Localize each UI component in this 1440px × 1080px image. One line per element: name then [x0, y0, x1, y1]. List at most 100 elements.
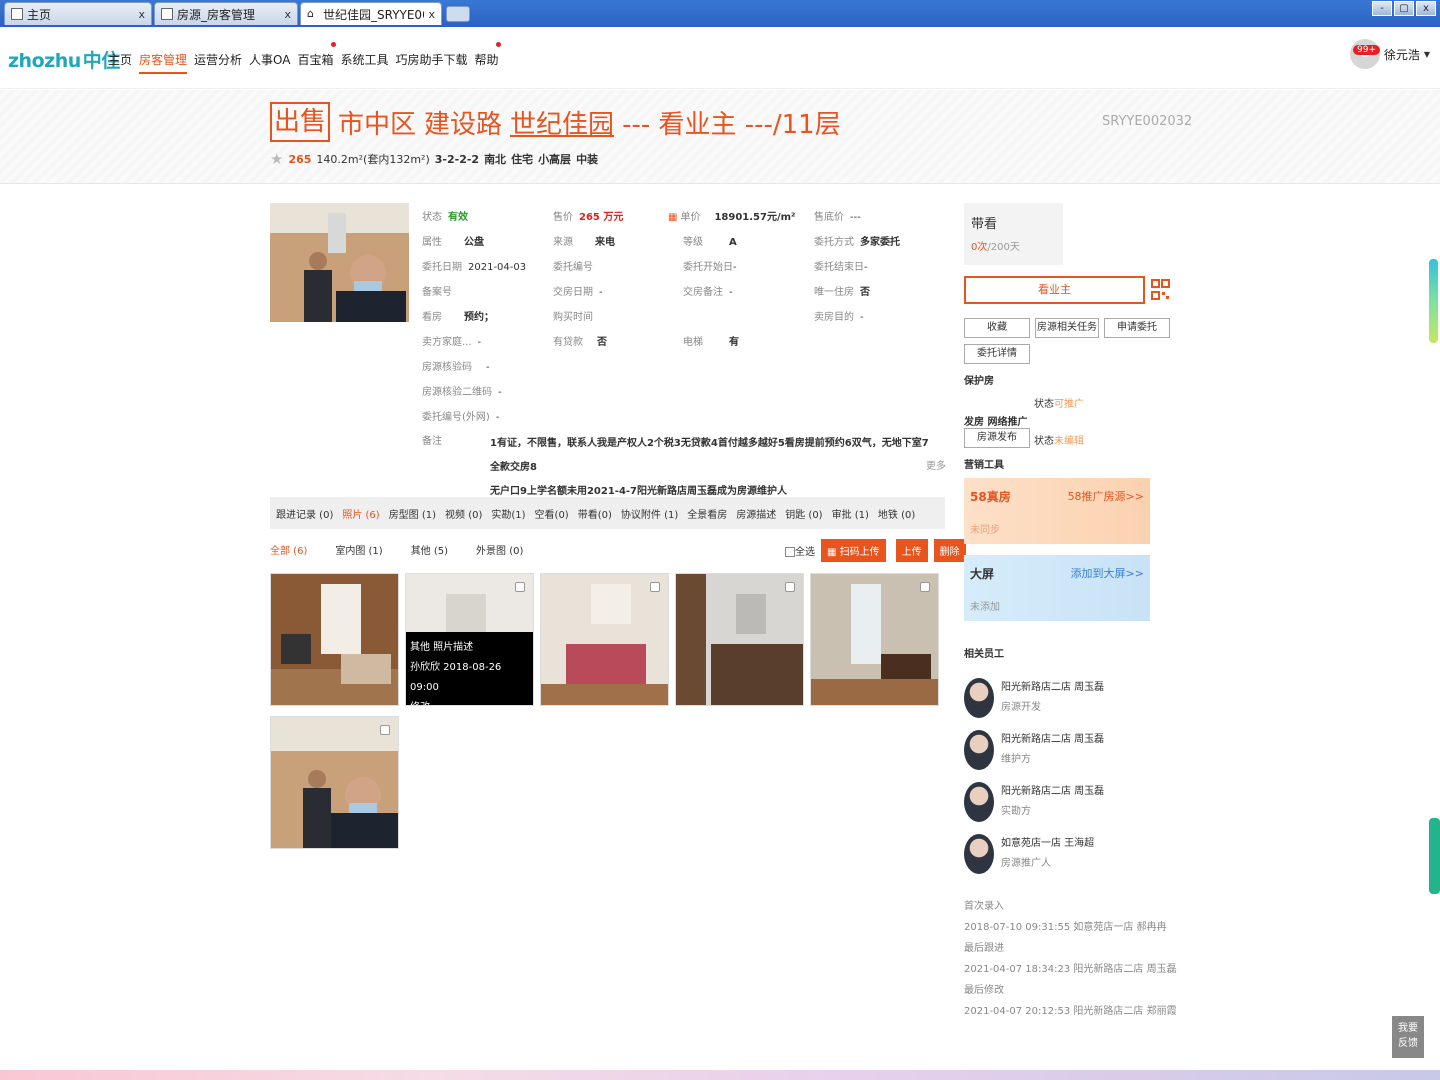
photo-tab-outdoor[interactable]: 外景图 (0): [476, 542, 523, 557]
info-seller-family: 卖方家庭... -: [422, 337, 482, 348]
star-icon[interactable]: ★: [270, 150, 283, 168]
tab-photos[interactable]: 照片 (6): [342, 506, 379, 521]
staff-item[interactable]: 阳光新路店二店 周玉磊 实勘方: [964, 782, 1104, 822]
photo-edit-link[interactable]: 修改: [410, 698, 529, 705]
staff-role: 维护方: [1001, 754, 1031, 765]
close-icon[interactable]: x: [428, 8, 435, 21]
logo[interactable]: zhozhu 中住: [8, 46, 120, 73]
promo-link[interactable]: 58推广房源>>: [1068, 488, 1144, 505]
tab-follow-up[interactable]: 跟进记录 (0): [276, 506, 333, 521]
promo-58[interactable]: 58真房 58推广房源>> 未同步: [964, 478, 1150, 544]
close-icon[interactable]: x: [138, 8, 145, 21]
qr-icon: ▦: [827, 547, 837, 558]
close-icon[interactable]: x: [284, 8, 291, 21]
photo-tab-other[interactable]: 其他 (5): [411, 542, 448, 557]
staff-item[interactable]: 阳光新路店二店 周玉磊 房源开发: [964, 678, 1104, 718]
browser-tab-bar: 主页 x 房源_房客管理 x ⌂ 世纪佳园_SRYYE002 x - ▢ x: [0, 0, 1440, 27]
dining-room-image: [811, 574, 938, 705]
tab-video[interactable]: 视频 (0): [445, 506, 482, 521]
nav-item-system[interactable]: 系统工具: [341, 51, 389, 74]
tab-empty-view[interactable]: 空看(0): [535, 506, 569, 521]
tab-metro[interactable]: 地铁 (0): [878, 506, 915, 521]
tab-floorplan[interactable]: 房型图 (1): [389, 506, 436, 521]
apply-entrust-button[interactable]: 申请委托: [1104, 318, 1170, 338]
nav-item-toolbox[interactable]: 百宝箱: [298, 42, 336, 74]
tab-panorama[interactable]: 全景看房: [687, 506, 727, 521]
more-link[interactable]: 更多: [926, 457, 946, 472]
photo-checkbox[interactable]: [920, 582, 930, 592]
info-entrust-start: 委托开始日-: [683, 262, 737, 273]
side-scroll-widget[interactable]: [1429, 818, 1440, 894]
related-tasks-button[interactable]: 房源相关任务: [1035, 318, 1099, 338]
photo-category-tabs: 全部 (6) 室内图 (1) 其他 (5) 外景图 (0): [270, 542, 523, 557]
tab-attachments[interactable]: 协议附件 (1): [621, 506, 678, 521]
photo-thumbnail[interactable]: [810, 573, 939, 706]
maximize-button[interactable]: ▢: [1394, 1, 1414, 16]
photo-thumbnail[interactable]: [540, 573, 669, 706]
photo-checkbox[interactable]: [515, 582, 525, 592]
upload-button[interactable]: 上传: [895, 539, 928, 562]
promo-big-screen[interactable]: 大屏 添加到大屏>> 未添加: [964, 555, 1150, 621]
photo-checkbox[interactable]: [380, 725, 390, 735]
photo-thumbnail[interactable]: [675, 573, 804, 706]
staff-item[interactable]: 阳光新路店二店 周玉磊 维护方: [964, 730, 1104, 770]
publish-button[interactable]: 房源发布: [964, 428, 1030, 448]
photo-tab-all[interactable]: 全部 (6): [270, 542, 307, 557]
tab-label: 主页: [27, 7, 52, 22]
select-all[interactable]: 全选: [785, 543, 815, 558]
info-entrust-no: 委托编号: [553, 262, 593, 273]
nav-item-home[interactable]: 主页: [108, 51, 132, 74]
photo-checkbox[interactable]: [650, 582, 660, 592]
feedback-button[interactable]: 我要 反馈: [1392, 1016, 1424, 1058]
photo-thumbnail[interactable]: 其他 照片描述 孙欣欣 2018-08-26 09:00 修改: [405, 573, 534, 706]
select-all-checkbox[interactable]: [785, 547, 795, 557]
remark-text: 1有证，不限售，联系人我是产权人2个税3无贷款4首付越多越好5看房提前预约6双气…: [490, 432, 930, 504]
page-icon: [11, 8, 23, 20]
app-nav: zhozhu 中住 主页 房客管理 运营分析 人事OA 百宝箱 系统工具 巧房助手…: [0, 27, 1440, 89]
window-controls: - ▢ x: [1372, 1, 1436, 16]
photo-tab-indoor[interactable]: 室内图 (1): [335, 542, 382, 557]
close-window-button[interactable]: x: [1416, 1, 1436, 16]
nav-item-manage[interactable]: 房客管理: [139, 51, 188, 74]
nav-item-help[interactable]: 帮助: [475, 42, 501, 74]
living-room-image: [271, 574, 398, 705]
photo-checkbox[interactable]: [785, 582, 795, 592]
photo-thumbnail[interactable]: [270, 716, 399, 849]
new-tab-button[interactable]: [446, 6, 470, 22]
photo-thumbnail[interactable]: [270, 573, 399, 706]
nav-item-analysis[interactable]: 运营分析: [194, 51, 242, 74]
document-icon: [161, 8, 173, 20]
main-photo[interactable]: [270, 203, 409, 322]
browser-tab-estate[interactable]: ⌂ 世纪佳园_SRYYE002 x: [300, 2, 442, 25]
calculator-icon[interactable]: ▦: [668, 212, 677, 223]
see-owner-link[interactable]: --- 看业主 ---/11层: [622, 104, 841, 141]
user-menu[interactable]: 99+ 徐元浩 ▼: [1349, 39, 1430, 69]
delete-button[interactable]: 删除: [933, 539, 966, 562]
staff-role: 实勘方: [1001, 806, 1031, 817]
side-scroll-widget[interactable]: [1429, 259, 1438, 343]
info-entrust-type: 委托方式 多家委托: [814, 237, 900, 248]
tab-survey[interactable]: 实勘(1): [491, 506, 525, 521]
see-owner-button[interactable]: 看业主: [964, 276, 1145, 304]
tab-guided-view[interactable]: 带看(0): [578, 506, 612, 521]
estate-link[interactable]: 世纪佳园: [510, 104, 614, 141]
collect-button[interactable]: 收藏: [964, 318, 1030, 338]
minimize-button[interactable]: -: [1372, 1, 1392, 16]
nav-item-download[interactable]: 巧房助手下载: [396, 51, 468, 74]
info-record-no: 备案号: [422, 287, 452, 298]
avatar: [964, 730, 994, 770]
promo-link[interactable]: 添加到大屏>>: [1071, 565, 1144, 582]
staff-item[interactable]: 如意苑店一店 王海超 房源推广人: [964, 834, 1094, 874]
nav-item-oa[interactable]: 人事OA: [249, 51, 290, 74]
scan-upload-button[interactable]: ▦ 扫码上传: [821, 539, 886, 562]
browser-tab-home[interactable]: 主页 x: [4, 2, 152, 25]
info-attribute: 属性 公盘: [422, 237, 484, 248]
browser-tab-manage[interactable]: 房源_房客管理 x: [154, 2, 298, 25]
tab-approval[interactable]: 审批 (1): [832, 506, 869, 521]
chevron-down-icon[interactable]: ▼: [1424, 50, 1430, 59]
staff-name: 阳光新路店二店 周玉磊: [1001, 734, 1105, 745]
qr-code-icon[interactable]: [1151, 278, 1170, 302]
tab-keys[interactable]: 钥匙 (0): [785, 506, 822, 521]
tab-description[interactable]: 房源描述: [736, 506, 776, 521]
entrust-detail-button[interactable]: 委托详情: [964, 344, 1030, 364]
